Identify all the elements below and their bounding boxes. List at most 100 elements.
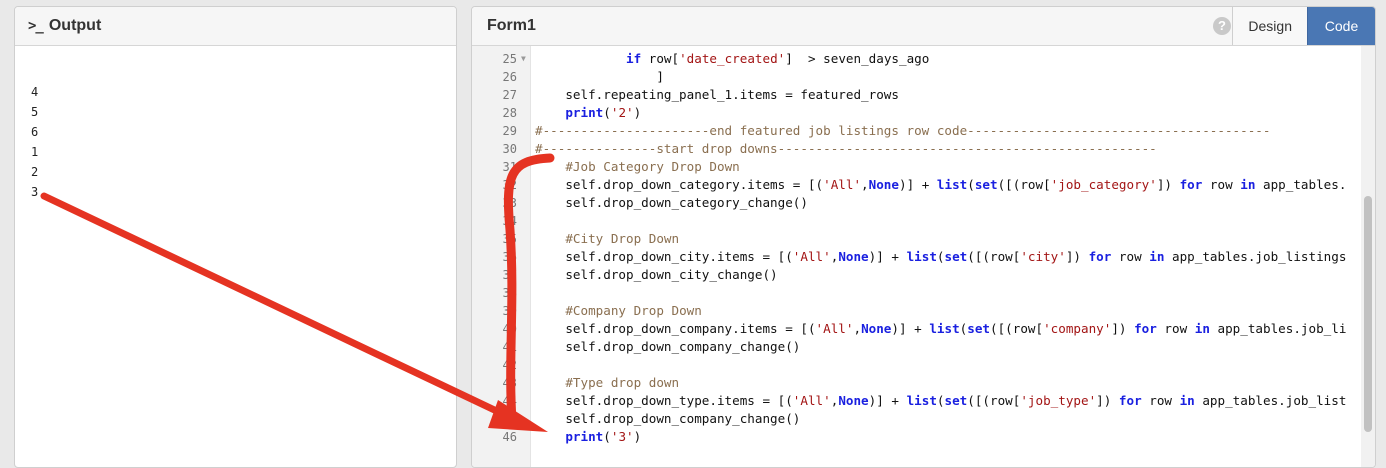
output-panel: >_ Output 4 5 6 1 2 3 — [14, 6, 457, 468]
editor-scrollbar[interactable] — [1361, 46, 1375, 467]
code-editor[interactable]: 25 ▼ 26 27 28 29 30 31 32 33 34 35 36 37 38 39 40 41 42 43 4… — [472, 46, 1375, 467]
code-line[interactable]: #Type drop down — [535, 374, 679, 392]
output-line: 6 — [31, 125, 39, 139]
code-token: 'job_type' — [1020, 393, 1097, 408]
code-token: ]) — [1111, 321, 1135, 336]
code-line[interactable]: self.drop_down_company.items = [('All',N… — [535, 320, 1346, 338]
code-line[interactable]: print('2') — [535, 104, 641, 122]
code-token: in — [1240, 177, 1256, 192]
code-token: #City Drop Down — [565, 231, 680, 246]
code-token: ] > seven_days_ago — [785, 51, 930, 66]
code-token: ([(row[ — [967, 249, 1021, 264]
output-line: 1 — [31, 145, 39, 159]
code-token: ] — [535, 69, 664, 84]
code-line[interactable]: self.drop_down_category_change() — [535, 194, 808, 212]
code-token: ( — [603, 105, 611, 120]
form-panel: Form1 ? Design Code 25 ▼ 26 27 28 29 30 31 32 33 3… — [471, 6, 1376, 468]
terminal-icon: >_ — [28, 18, 44, 34]
code-token: 'All' — [815, 321, 854, 336]
code-token: for — [1088, 249, 1112, 264]
output-line: 3 — [31, 185, 39, 199]
code-line[interactable]: #---------------start drop downs--------… — [535, 140, 1157, 158]
line-number: 46 — [502, 430, 517, 444]
code-token: self.drop_down_city_change() — [535, 267, 778, 282]
line-number: 40 — [502, 322, 517, 336]
code-area[interactable]: if row['date_created'] > seven_days_ago … — [531, 46, 1361, 467]
code-token: #Type drop down — [565, 375, 680, 390]
code-token: self.drop_down_company_change() — [535, 339, 801, 354]
code-token: ( — [967, 177, 975, 192]
code-token: set — [944, 393, 968, 408]
code-token: app_tables.job_li — [1209, 321, 1347, 336]
code-token: self.drop_down_company.items = [( — [535, 321, 816, 336]
code-token: for — [1179, 177, 1203, 192]
output-console: 4 5 6 1 2 3 — [15, 46, 456, 202]
code-token: app_tables.job_listings — [1164, 249, 1347, 264]
code-token: row[ — [641, 51, 680, 66]
code-token: in — [1179, 393, 1195, 408]
line-number: 35 — [502, 232, 517, 246]
code-token: list — [936, 177, 968, 192]
code-token: self.drop_down_category.items = [( — [535, 177, 824, 192]
help-icon[interactable]: ? — [1213, 17, 1231, 35]
code-token: in — [1194, 321, 1210, 336]
code-token: self.drop_down_company_change() — [535, 411, 801, 426]
line-number: 31 — [502, 160, 517, 174]
code-line[interactable]: #Job Category Drop Down — [535, 158, 740, 176]
output-line: 4 — [31, 85, 39, 99]
code-token: #Job Category Drop Down — [565, 159, 740, 174]
code-token: )] + — [891, 321, 930, 336]
code-line[interactable]: self.drop_down_city_change() — [535, 266, 778, 284]
code-token: list — [929, 321, 960, 336]
line-number: 42 — [502, 358, 517, 372]
code-token: )] + — [868, 393, 907, 408]
code-line[interactable]: self.drop_down_category.items = [('All',… — [535, 176, 1346, 194]
line-number: 28 — [502, 106, 517, 120]
code-line[interactable]: #----------------------end featured job … — [535, 122, 1270, 140]
scrollbar-thumb[interactable] — [1364, 196, 1372, 432]
tab-design[interactable]: Design — [1232, 7, 1307, 45]
code-token: '3' — [610, 429, 634, 444]
code-token: ]) — [1065, 249, 1089, 264]
line-number: 41 — [502, 340, 517, 354]
code-line[interactable]: print('3') — [535, 428, 641, 446]
output-title: Output — [48, 17, 102, 34]
output-line: 5 — [31, 105, 39, 119]
code-token: print — [565, 105, 604, 120]
code-token: ([(row[ — [990, 321, 1044, 336]
code-token: list — [906, 393, 937, 408]
code-token: 'city' — [1020, 249, 1066, 264]
code-token: 'All' — [792, 249, 831, 264]
code-token: if — [626, 51, 642, 66]
code-token: #----------------------end featured job … — [535, 123, 1271, 138]
code-line[interactable]: self.drop_down_company_change() — [535, 338, 800, 356]
code-token: 'date_created' — [679, 51, 786, 66]
fold-arrow-icon[interactable]: ▼ — [521, 50, 529, 68]
tab-code[interactable]: Code — [1307, 7, 1375, 45]
output-header: >_ Output — [15, 7, 456, 46]
code-token: app_tables. — [1255, 177, 1347, 192]
code-line[interactable]: self.drop_down_company_change() — [535, 410, 800, 428]
line-number: 25 — [502, 52, 517, 66]
code-token: self.drop_down_type.items = [( — [535, 393, 793, 408]
code-line[interactable]: #City Drop Down — [535, 230, 679, 248]
code-line[interactable]: self.repeating_panel_1.items = featured_… — [535, 86, 899, 104]
line-number-gutter: 25 ▼ 26 27 28 29 30 31 32 33 34 35 36 37 38 39 40 41 42 43 4… — [472, 46, 531, 467]
code-line[interactable]: self.drop_down_city.items = [('All',None… — [535, 248, 1346, 266]
code-token: )] + — [898, 177, 937, 192]
line-number: 45 — [502, 412, 517, 426]
code-token: ( — [936, 249, 945, 264]
code-line[interactable]: if row['date_created'] > seven_days_ago — [535, 50, 929, 68]
code-line[interactable]: ] — [535, 68, 664, 86]
code-token: ]) — [1156, 177, 1180, 192]
code-token: self.drop_down_city.items = [( — [535, 249, 793, 264]
line-number: 34 — [502, 214, 517, 228]
form-header: Form1 ? Design Code — [472, 7, 1375, 46]
code-line[interactable]: #Company Drop Down — [535, 302, 701, 320]
code-line[interactable]: self.drop_down_type.items = [('All',None… — [535, 392, 1346, 410]
code-token: 'All' — [823, 177, 862, 192]
code-token: in — [1149, 249, 1165, 264]
